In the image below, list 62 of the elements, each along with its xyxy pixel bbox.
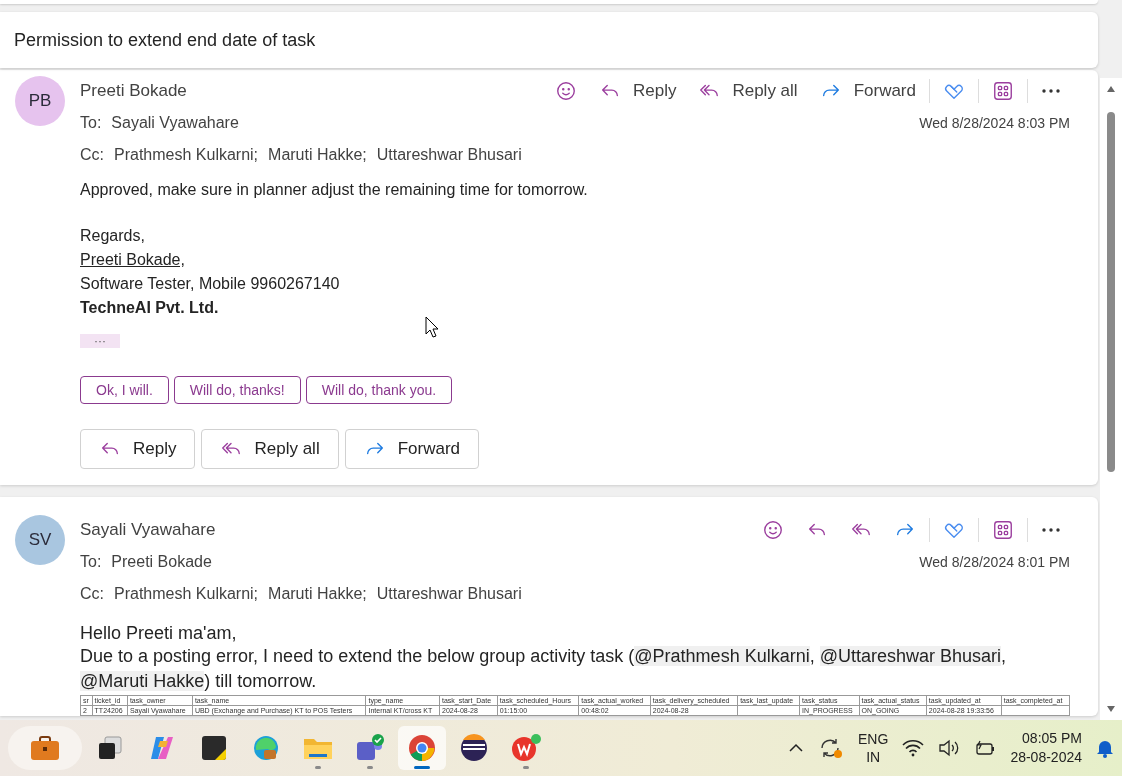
- emoji-icon: [762, 519, 784, 541]
- scrollbar-thumb[interactable]: [1107, 112, 1115, 472]
- body-paragraph: Due to a posting error, I need to extend the below group activity task (@Prathmesh Kulkarni, @Uttareshwar Bhusari, @Maruti Hakke) till tomorrow.: [80, 645, 1008, 693]
- recipient-name: Sayali Vyawahare: [111, 114, 239, 132]
- body-text: Software Tester, Mobile 9960267140: [80, 274, 341, 294]
- reply-button[interactable]: Reply: [80, 429, 196, 469]
- mouse-cursor-icon: [425, 316, 439, 338]
- mention-link[interactable]: @Uttareshwar Bhusari: [819, 646, 1002, 666]
- mention-link[interactable]: @Maruti Hakke: [80, 671, 205, 691]
- email-subject: Permission to extend end date of task: [0, 12, 1098, 68]
- to-label: To:: [80, 114, 102, 132]
- reply-all-button[interactable]: Reply all: [201, 429, 339, 469]
- suggested-reply-button[interactable]: Will do, thanks!: [173, 376, 301, 404]
- apps-grid-icon: [992, 519, 1014, 541]
- avatar: PB: [15, 76, 65, 126]
- clock[interactable]: 08:05 PM 28-08-2024: [1010, 729, 1082, 767]
- signature-name-link[interactable]: Preeti Bokade,: [80, 248, 185, 272]
- cc-recipient-name: Uttareshwar Bhusari: [376, 146, 522, 164]
- message-date: Wed 8/28/2024 8:03 PM: [919, 115, 1070, 131]
- reply-button[interactable]: Reply: [589, 76, 686, 106]
- notification-bell-icon[interactable]: [1096, 738, 1114, 758]
- message-date: Wed 8/28/2024 8:01 PM: [919, 554, 1070, 570]
- forward-button[interactable]: Forward: [810, 76, 925, 106]
- cc-recipient-name: Uttareshwar Bhusari: [376, 585, 522, 603]
- task-view-icon: [97, 735, 123, 761]
- to-label: To:: [80, 553, 102, 571]
- suggested-reply-button[interactable]: Will do, thank you.: [305, 376, 453, 404]
- mention-link[interactable]: @Prathmesh Kulkarni: [634, 646, 810, 666]
- more-icon: [1041, 527, 1061, 533]
- chevron-up-icon[interactable]: [788, 743, 805, 753]
- cc-recipient-name: Prathmesh Kulkarni;: [114, 585, 259, 603]
- recipient-name: Preeti Bokade: [111, 553, 212, 571]
- apps-grid-icon: [992, 80, 1014, 102]
- battery-icon[interactable]: [974, 739, 997, 757]
- show-more-button[interactable]: ···: [80, 334, 120, 348]
- greeting-text: Hello Preeti ma'am,: [80, 623, 238, 644]
- sender-name: Sayali Vyawahare: [80, 520, 216, 540]
- input-language-button[interactable]: ENG IN: [858, 730, 889, 766]
- reply-all-button[interactable]: Reply all: [689, 76, 807, 106]
- browser-icon: [252, 734, 280, 762]
- sync-icon[interactable]: [818, 736, 845, 760]
- scrollbar[interactable]: [1100, 78, 1122, 720]
- cc-recipient-name: Maruti Hakke;: [268, 146, 367, 164]
- body-text: Regards,: [80, 226, 146, 246]
- emoji-icon: [554, 80, 577, 102]
- cc-label: Cc:: [80, 585, 104, 603]
- body-text: Approved, make sure in planner adjust the remaining time for tomorrow.: [80, 180, 589, 200]
- scroll-down-icon[interactable]: [1107, 706, 1115, 712]
- cc-label: Cc:: [80, 146, 104, 164]
- more-icon: [1041, 88, 1061, 94]
- avatar: SV: [15, 515, 65, 565]
- scroll-up-icon[interactable]: [1107, 86, 1115, 92]
- cc-recipient-name: Maruti Hakke;: [268, 585, 367, 603]
- cc-recipient-name: Prathmesh Kulkarni;: [114, 146, 259, 164]
- sticky-notes-icon: [201, 735, 227, 761]
- suggested-reply-button[interactable]: Ok, I will.: [80, 376, 169, 404]
- volume-icon[interactable]: [938, 739, 961, 757]
- wifi-icon[interactable]: [902, 739, 925, 757]
- company-name: TechneAI Pvt. Ltd.: [80, 298, 220, 318]
- briefcase-icon: [30, 735, 60, 761]
- sender-name: Preeti Bokade: [80, 81, 187, 101]
- forward-button[interactable]: Forward: [344, 429, 480, 469]
